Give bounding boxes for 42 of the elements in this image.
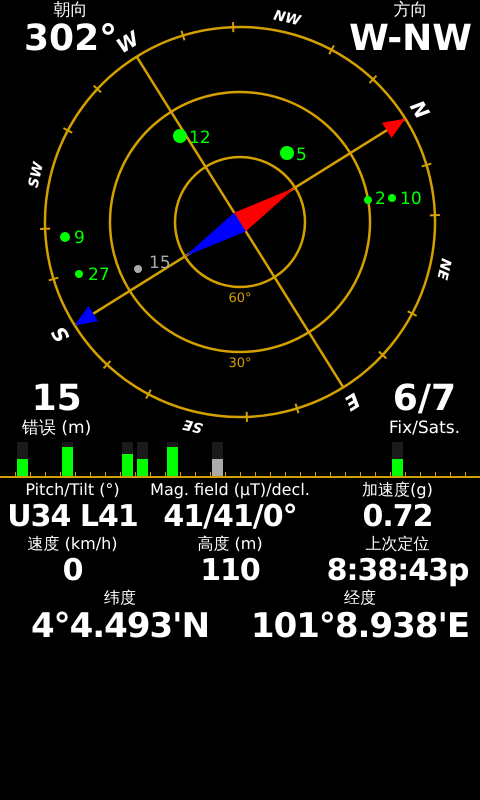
reading-value: 41/41/0° bbox=[163, 500, 297, 534]
reading-value: W-NW bbox=[349, 20, 472, 58]
reading-label: 上次定位 bbox=[366, 534, 430, 554]
reading-value: 15 bbox=[32, 380, 82, 418]
direction-label: S bbox=[46, 322, 74, 347]
satellite-label: 27 bbox=[88, 265, 110, 285]
reading-value: 0.72 bbox=[362, 500, 433, 534]
direction-label: E bbox=[340, 388, 364, 416]
satellite-label: 10 bbox=[400, 189, 422, 209]
satellite-label: 9 bbox=[74, 228, 85, 248]
reading-label: 经度 bbox=[344, 588, 376, 608]
direction-label: N bbox=[405, 96, 434, 124]
reading-label: Mag. field (µT)/decl. bbox=[150, 480, 310, 500]
elevation-label: 60° bbox=[228, 291, 252, 306]
reading-value: 8:38:43p bbox=[326, 554, 468, 588]
reading-label: 纬度 bbox=[104, 588, 136, 608]
reading-value: 6/7 bbox=[392, 380, 456, 418]
satellite-label: 2 bbox=[375, 189, 386, 209]
direction-label: NW bbox=[272, 8, 302, 30]
reading-label: 错误 (m) bbox=[22, 418, 92, 438]
reading-value: U34 L41 bbox=[7, 500, 138, 534]
reading-label: 速度 (km/h) bbox=[28, 534, 118, 554]
reading-value: 110 bbox=[200, 554, 260, 588]
reading-value: 0 bbox=[62, 554, 82, 588]
reading-label: Fix/Sats. bbox=[388, 418, 460, 438]
satellite-label: 15 bbox=[149, 253, 171, 273]
satellite-label: 5 bbox=[296, 145, 307, 165]
elevation-label: 30° bbox=[228, 356, 252, 371]
reading-value: 101°8.938'E bbox=[250, 608, 470, 644]
south-arrow-icon bbox=[74, 306, 98, 326]
reading-label: 高度 (m) bbox=[197, 534, 263, 554]
reading-value: 302° bbox=[24, 20, 118, 58]
reading-label: 加速度(g) bbox=[362, 480, 433, 500]
reading-label: 方向 bbox=[394, 0, 428, 20]
reading-label: Pitch/Tilt (°) bbox=[25, 480, 120, 500]
north-arrow-icon bbox=[382, 118, 406, 138]
satellite-label: 12 bbox=[189, 128, 211, 148]
reading-label: 朝向 bbox=[54, 0, 88, 20]
direction-label: NE bbox=[433, 256, 454, 282]
reading-value: 4°4.493'N bbox=[30, 608, 210, 644]
direction-label: SW bbox=[26, 160, 48, 190]
direction-label: SE bbox=[182, 416, 204, 436]
